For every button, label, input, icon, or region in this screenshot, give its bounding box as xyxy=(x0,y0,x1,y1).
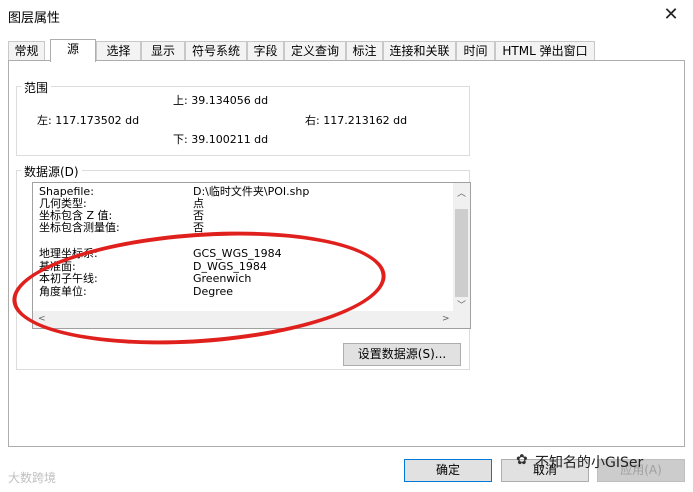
tab-joins-relates[interactable]: 连接和关联 xyxy=(383,41,456,61)
datasource-info-list[interactable]: Shapefile: D:\临时文件夹\POI.shp 几何类型: 点 坐标包含 Z… xyxy=(32,182,471,329)
datasource-label: 数据源(D) xyxy=(21,163,82,180)
tab-time[interactable]: 时间 xyxy=(456,41,495,61)
tab-source[interactable]: 源 xyxy=(50,39,96,62)
scroll-right-icon[interactable]: > xyxy=(442,314,450,324)
extent-bottom: 下: 39.100211 dd xyxy=(173,133,269,146)
row-value: 否 xyxy=(193,221,204,234)
tab-labels[interactable]: 标注 xyxy=(346,41,383,61)
row-key: 本初子午线: xyxy=(39,272,98,285)
scrollbar-corner xyxy=(453,311,470,328)
row-value: Degree xyxy=(193,285,234,298)
tab-symbology[interactable]: 符号系统 xyxy=(185,41,247,61)
row-key: 地理坐标系: xyxy=(39,247,98,260)
extent-label: 范围 xyxy=(21,79,52,96)
row-key: 坐标包含测量值: xyxy=(39,221,120,234)
watermark-right: 不知名的小GISer xyxy=(535,455,644,471)
row-value: Greenwich xyxy=(193,272,252,285)
source-tab-panel: 范围 上: 39.134056 dd 左: 117.173502 dd 右: 1… xyxy=(8,60,685,447)
set-datasource-button[interactable]: 设置数据源(S)... xyxy=(343,343,461,366)
extent-right: 右: 117.213162 dd xyxy=(305,114,408,127)
scrollbar-thumb[interactable] xyxy=(455,209,468,297)
scroll-down-icon[interactable]: ﹀ xyxy=(457,298,466,311)
title-bar: 图层属性 ✕ xyxy=(0,0,693,32)
watermark-left: 大数跨境 xyxy=(8,471,57,485)
tab-selection[interactable]: 选择 xyxy=(96,41,141,61)
tab-definition-query[interactable]: 定义查询 xyxy=(284,41,346,61)
tab-bar: 常规 源 选择 显示 符号系统 字段 定义查询 标注 连接和关联 时间 HTML… xyxy=(8,39,685,62)
horizontal-scrollbar[interactable]: < > xyxy=(33,311,455,328)
extent-left: 左: 117.173502 dd xyxy=(37,114,140,127)
vertical-scrollbar[interactable]: ︿ ﹀ xyxy=(453,183,470,312)
row-value: D:\临时文件夹\POI.shp xyxy=(193,185,310,198)
row-key: 角度单位: xyxy=(39,285,87,298)
tab-fields[interactable]: 字段 xyxy=(247,41,284,61)
extent-top: 上: 39.134056 dd xyxy=(173,94,269,107)
tab-html-popup[interactable]: HTML 弹出窗口 xyxy=(495,41,595,61)
row-value: GCS_WGS_1984 xyxy=(193,247,282,260)
tab-display[interactable]: 显示 xyxy=(141,41,185,61)
tab-general[interactable]: 常规 xyxy=(8,41,45,61)
watermark-logo-icon: ✿ xyxy=(516,452,528,468)
ok-button[interactable]: 确定 xyxy=(404,459,492,482)
window-title: 图层属性 xyxy=(8,11,61,26)
scroll-up-icon[interactable]: ︿ xyxy=(457,186,466,199)
close-icon[interactable]: ✕ xyxy=(659,3,683,27)
scroll-left-icon[interactable]: < xyxy=(38,314,46,324)
